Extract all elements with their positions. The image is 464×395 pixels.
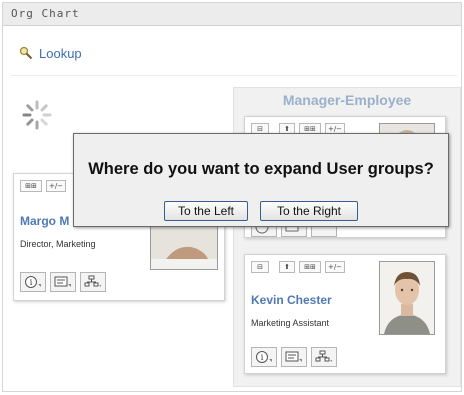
org-chart-icon xyxy=(315,350,332,362)
org-chart-button[interactable] xyxy=(311,347,337,367)
to-the-left-button[interactable]: To the Left xyxy=(164,201,248,221)
info-button[interactable]: i xyxy=(20,272,46,292)
org-chart-window: Org Chart Lookup Manager-Employee ⊟ ⬆ ⊞⊞ xyxy=(2,2,462,392)
panel-title: Manager-Employee xyxy=(282,92,412,108)
loading-spinner-icon xyxy=(22,100,52,130)
manager-employee-panel: Manager-Employee ⊟ ⬆ ⊞⊞ +/− ⊟ ⬆ ⊞⊞ +/− K… xyxy=(233,87,461,387)
collapse-icon[interactable]: ⊟ xyxy=(251,261,269,273)
employee-role: Marketing Assistant xyxy=(251,318,330,328)
up-arrow-icon[interactable]: ⬆ xyxy=(279,261,295,273)
to-the-right-button[interactable]: To the Right xyxy=(260,201,358,221)
info-button[interactable]: i xyxy=(251,347,277,367)
lookup-link[interactable]: Lookup xyxy=(19,43,82,63)
org-chart-icon xyxy=(84,275,101,287)
director-role: Director, Marketing xyxy=(20,239,96,249)
expand-group-icon[interactable]: ⊞⊞ xyxy=(20,180,42,192)
vcard-icon xyxy=(285,351,302,362)
director-photo xyxy=(150,224,218,270)
lookup-label: Lookup xyxy=(39,45,82,61)
employee-card: ⊟ ⬆ ⊞⊞ +/− Kevin Chester Marketing Assis… xyxy=(244,254,446,374)
employee-photo xyxy=(379,261,435,335)
employee-name[interactable]: Kevin Chester xyxy=(251,293,332,307)
org-chart-button[interactable] xyxy=(80,272,106,292)
collapse-group-icon[interactable]: +/− xyxy=(325,261,345,273)
window-title: Org Chart xyxy=(11,7,80,20)
director-name[interactable]: Margo M xyxy=(20,214,69,228)
expand-direction-dialog: Where do you want to expand User groups?… xyxy=(73,133,449,227)
svg-text:i: i xyxy=(30,278,33,287)
vcard-button[interactable] xyxy=(50,272,76,292)
expand-group-icon[interactable]: ⊞⊞ xyxy=(299,261,321,273)
info-icon: i xyxy=(25,276,41,288)
divider xyxy=(11,75,457,76)
dialog-question: Where do you want to expand User groups? xyxy=(88,160,434,178)
vcard-icon xyxy=(54,276,71,287)
info-icon: i xyxy=(256,351,272,363)
window-titlebar: Org Chart xyxy=(3,3,461,26)
svg-text:i: i xyxy=(261,353,264,362)
collapse-group-icon[interactable]: +/− xyxy=(46,180,66,192)
search-icon xyxy=(19,46,33,60)
vcard-button[interactable] xyxy=(281,347,307,367)
